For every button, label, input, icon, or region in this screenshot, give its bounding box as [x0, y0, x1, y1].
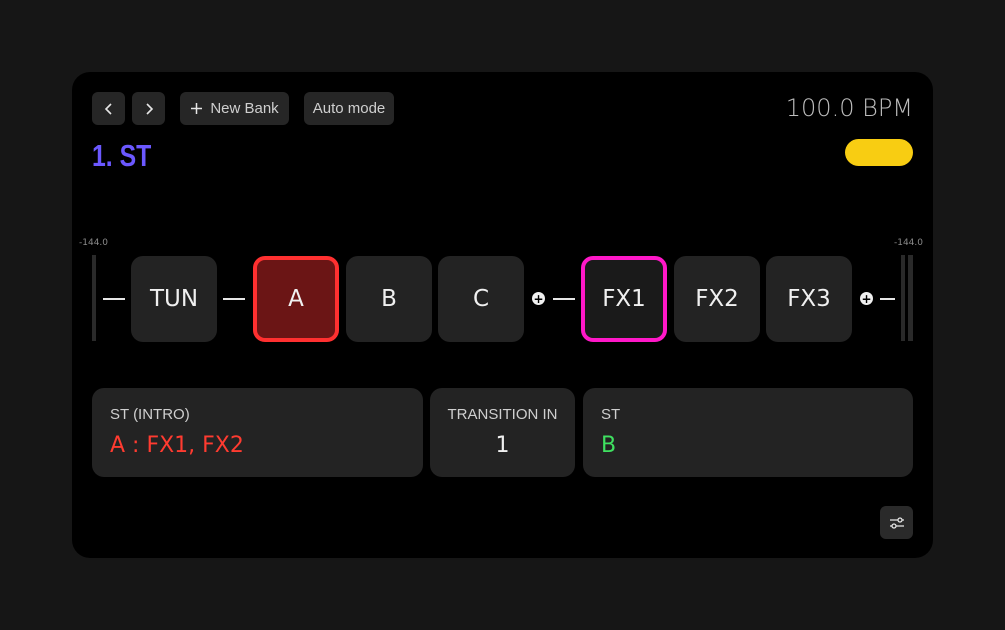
chain-wire: [103, 298, 125, 300]
plus-icon: [191, 103, 203, 114]
input-meter: [92, 255, 96, 341]
chevron-right-icon: [145, 102, 153, 115]
block-tun[interactable]: TUN: [131, 256, 217, 342]
sliders-icon: [889, 516, 904, 529]
status-pill[interactable]: [845, 139, 913, 166]
new-bank-label: New Bank: [210, 100, 279, 117]
scene-card[interactable]: ST B: [583, 388, 913, 477]
auto-mode-label: Auto mode: [312, 100, 386, 117]
intro-card[interactable]: ST (INTRO) A : FX1, FX2: [92, 388, 423, 477]
new-bank-button[interactable]: New Bank: [180, 92, 289, 125]
bank-title: 1. ST: [92, 138, 152, 173]
auto-mode-button[interactable]: Auto mode: [304, 92, 394, 125]
chevron-left-icon: [104, 102, 112, 115]
chain-wire: [553, 298, 575, 300]
transition-label: TRANSITION IN: [447, 406, 558, 423]
chain-wire: [223, 298, 245, 300]
block-fx3[interactable]: FX3: [766, 256, 852, 342]
output-meter-label: -144.0: [893, 238, 923, 248]
intro-label: ST (INTRO): [110, 406, 190, 423]
transition-card[interactable]: TRANSITION IN 1: [430, 388, 575, 477]
add-block-icon[interactable]: +: [860, 292, 873, 305]
add-block-icon[interactable]: +: [532, 292, 545, 305]
input-meter-label: -144.0: [79, 238, 109, 248]
scene-label: ST: [601, 406, 621, 423]
settings-button[interactable]: [880, 506, 913, 539]
chain-wire: [880, 298, 895, 300]
output-meter-right: [908, 255, 913, 341]
main-panel: New Bank Auto mode 100.0 BPM 1. ST -144.…: [72, 72, 933, 558]
output-meter-left: [901, 255, 905, 341]
block-fx2[interactable]: FX2: [674, 256, 760, 342]
block-c[interactable]: C: [438, 256, 524, 342]
transition-value: 1: [495, 433, 510, 458]
block-b[interactable]: B: [346, 256, 432, 342]
intro-value: A : FX1, FX2: [110, 433, 244, 458]
scene-value: B: [601, 433, 617, 458]
prev-bank-button[interactable]: [92, 92, 125, 125]
block-fx1[interactable]: FX1: [581, 256, 667, 342]
bpm-readout[interactable]: 100.0 BPM: [786, 94, 913, 122]
next-bank-button[interactable]: [132, 92, 165, 125]
block-a[interactable]: A: [253, 256, 339, 342]
